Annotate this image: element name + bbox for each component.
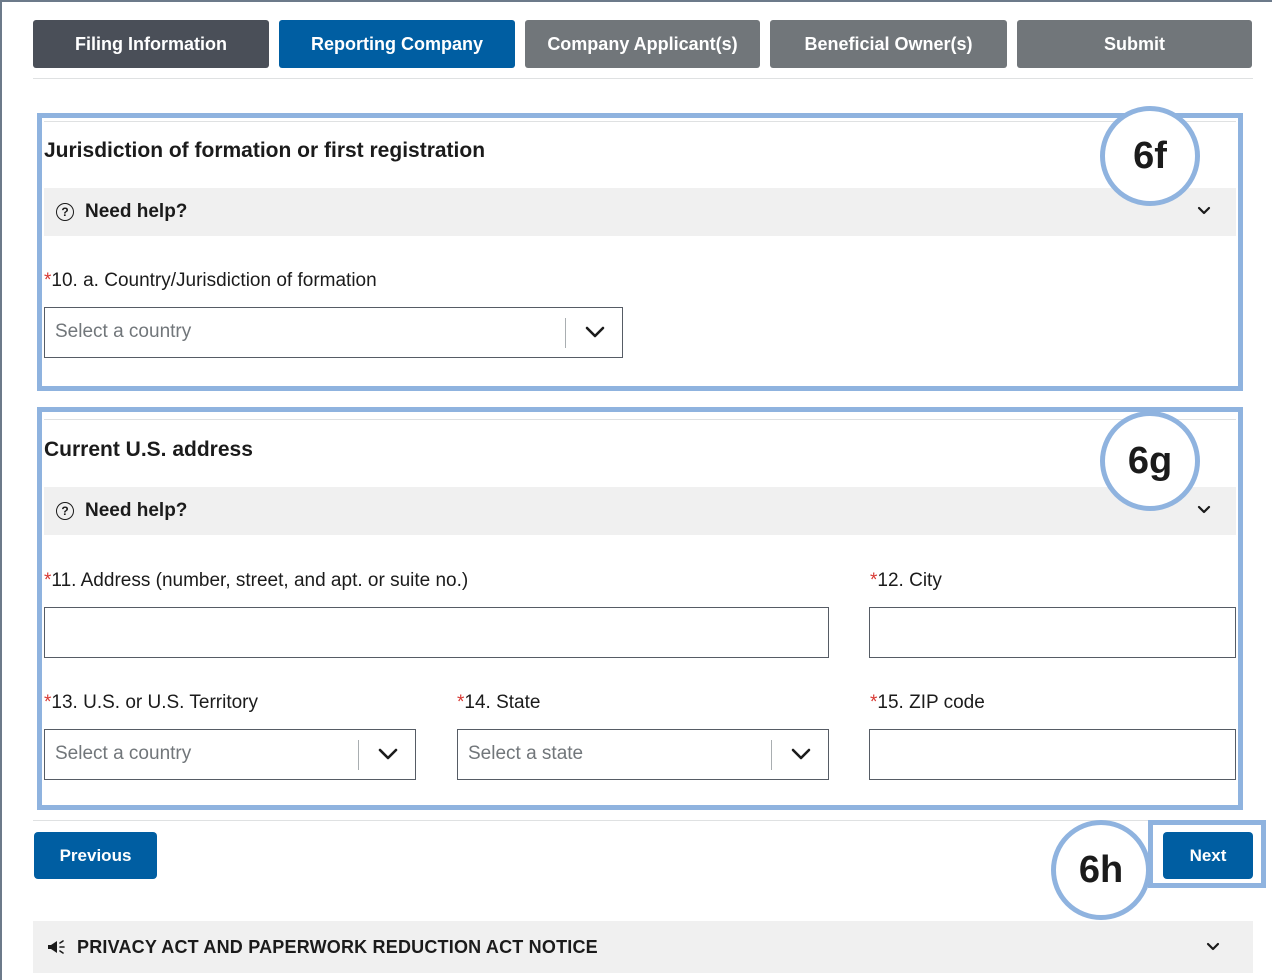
megaphone-icon [47,939,67,955]
chevron-down-icon [1205,938,1221,959]
tab-submit[interactable]: Submit [1017,20,1252,68]
tab-filing-information[interactable]: Filing Information [33,20,269,68]
callout-badge-jurisdiction: 6f [1100,106,1200,206]
tab-company-applicants[interactable]: Company Applicant(s) [525,20,760,68]
tabs-divider [33,78,1253,79]
highlight-box-address [37,407,1243,810]
previous-button[interactable]: Previous [34,832,157,879]
callout-badge-next: 6h [1051,820,1151,920]
tab-reporting-company[interactable]: Reporting Company [279,20,515,68]
privacy-notice-accordion[interactable]: PRIVACY ACT AND PAPERWORK REDUCTION ACT … [33,921,1253,973]
nav-divider [33,820,1253,821]
next-button[interactable]: Next [1163,832,1253,879]
tab-beneficial-owners[interactable]: Beneficial Owner(s) [770,20,1007,68]
highlight-box-jurisdiction [37,113,1243,391]
callout-badge-address: 6g [1100,411,1200,511]
privacy-notice-label: PRIVACY ACT AND PAPERWORK REDUCTION ACT … [77,936,598,957]
